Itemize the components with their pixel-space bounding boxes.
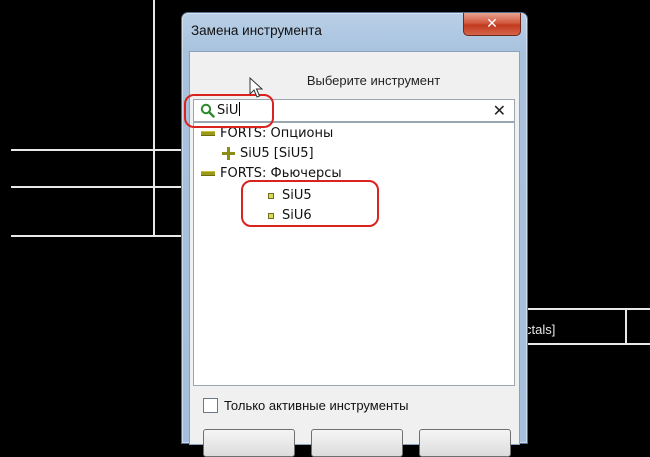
tree-item-label: FORTS: Опционы — [220, 126, 334, 141]
close-icon: ✕ — [486, 16, 498, 32]
search-highlight-annotation — [184, 94, 274, 128]
title-bar[interactable]: Замена инструмента ✕ — [182, 13, 527, 49]
tree-item-label: SiU5 [SiU5] — [240, 146, 314, 161]
prompt-label: Выберите инструмент — [306, 73, 441, 88]
active-only-option[interactable]: Только активные инструменты — [203, 398, 408, 413]
background-text-fragment: ctals] — [525, 322, 556, 337]
background-line — [0, 0, 1, 1]
instrument-tree[interactable]: FORTS: Опционы SiU5 [SiU5] FORTS: Фьючер… — [193, 122, 515, 386]
dialog-button-right[interactable] — [419, 429, 511, 457]
results-highlight-annotation — [241, 180, 379, 227]
minus-icon[interactable] — [201, 171, 215, 176]
dialog-button-left[interactable] — [203, 429, 295, 457]
instrument-replace-dialog: Замена инструмента ✕ Выберите инструмент… — [181, 12, 528, 457]
plus-icon[interactable] — [222, 147, 235, 160]
background-line — [153, 0, 155, 236]
background-line — [11, 149, 181, 151]
tree-item-siu5-option[interactable]: SiU5 [SiU5] — [222, 144, 314, 163]
clear-search-icon[interactable]: ✕ — [493, 101, 506, 120]
background-line — [527, 308, 650, 310]
minus-icon[interactable] — [201, 131, 215, 136]
window-title: Замена инструмента — [191, 23, 322, 38]
tree-item-label: FORTS: Фьючерсы — [220, 166, 342, 181]
mouse-cursor-icon — [249, 77, 263, 98]
active-only-checkbox[interactable] — [203, 398, 218, 413]
background-line — [625, 310, 627, 343]
close-button[interactable]: ✕ — [463, 13, 521, 36]
active-only-label: Только активные инструменты — [224, 398, 409, 413]
background-line — [11, 186, 181, 188]
background-line — [11, 235, 181, 237]
dialog-button-middle[interactable] — [311, 429, 403, 457]
background-line — [527, 343, 650, 345]
